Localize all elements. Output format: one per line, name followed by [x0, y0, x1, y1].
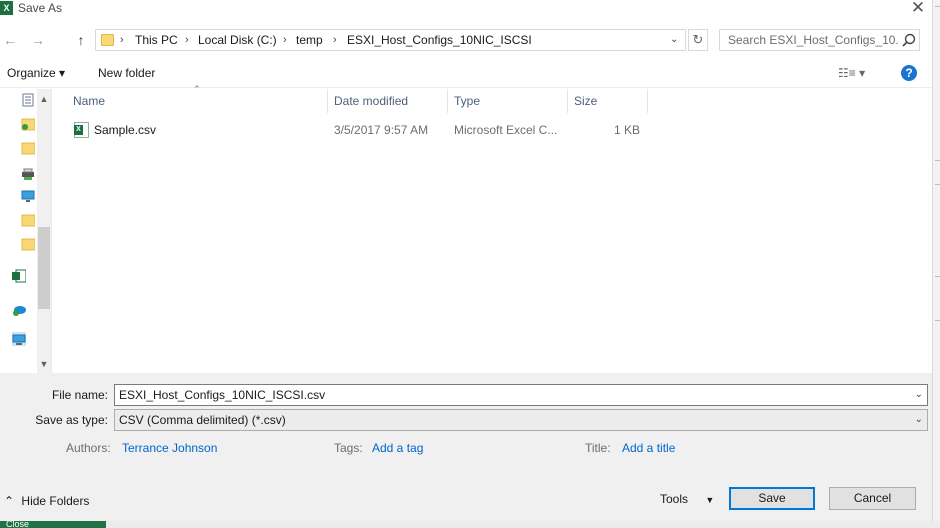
onedrive-icon[interactable]: [12, 303, 26, 317]
breadcrumb-separator: ›: [283, 34, 287, 46]
hide-folders-label: Hide Folders: [21, 494, 90, 508]
file-list[interactable]: ⌃ Name Date modified Type Size X Sample.…: [53, 84, 932, 373]
file-name-value[interactable]: ESXI_Host_Configs_10NIC_ISCSI.csv: [119, 387, 325, 403]
background-tick: [935, 6, 940, 7]
folder-icon[interactable]: [21, 213, 35, 227]
file-type: Microsoft Excel C...: [454, 123, 558, 137]
save-as-type-select[interactable]: CSV (Comma delimited) (*.csv) ⌄: [114, 409, 928, 431]
nav-scrollbar[interactable]: ▲ ▼: [37, 89, 51, 373]
file-size: 1 KB: [613, 123, 640, 137]
table-row[interactable]: X Sample.csv 3/5/2017 9:57 AM Microsoft …: [71, 119, 649, 141]
search-icon[interactable]: [901, 32, 917, 48]
this-pc-icon[interactable]: [12, 332, 26, 346]
scroll-down-icon[interactable]: ▼: [37, 357, 51, 371]
new-folder-button[interactable]: New folder: [98, 65, 155, 81]
column-header-date-modified[interactable]: Date modified: [328, 89, 448, 113]
save-button[interactable]: Save: [729, 487, 815, 510]
close-button[interactable]: ✕: [908, 0, 928, 18]
breadcrumb-this-pc[interactable]: This PC: [135, 32, 178, 48]
column-header-size[interactable]: Size: [568, 89, 648, 113]
csv-file-icon: X: [74, 122, 89, 138]
breadcrumb-local-disk[interactable]: Local Disk (C:): [198, 32, 277, 48]
refresh-icon[interactable]: ↻: [688, 29, 708, 51]
background-taskbar-strip: Close: [0, 519, 940, 528]
breadcrumb-temp[interactable]: temp: [296, 32, 323, 48]
search-box[interactable]: Search ESXI_Host_Configs_10...: [719, 29, 920, 51]
chevron-down-icon[interactable]: ⌄: [915, 412, 923, 428]
organize-button[interactable]: Organize ▾: [7, 65, 65, 81]
tags-label: Tags:: [334, 441, 363, 455]
column-header-type[interactable]: Type: [448, 89, 568, 113]
chevron-down-icon: ▼: [705, 495, 715, 505]
chevron-up-icon: ⌃: [4, 494, 15, 508]
save-as-type-value: CSV (Comma delimited) (*.csv): [119, 413, 286, 427]
address-dropdown-icon[interactable]: ⌄: [670, 32, 678, 48]
authors-label: Authors:: [66, 441, 111, 455]
up-arrow-icon[interactable]: ↑: [71, 30, 91, 50]
command-toolbar: Organize ▾ New folder ☷≡ ▾ ?: [0, 60, 932, 88]
background-tick: [935, 184, 940, 185]
background-tick: [935, 276, 940, 277]
save-options-panel: File name: ESXI_Host_Configs_10NIC_ISCSI…: [0, 373, 932, 521]
background-close-label: Close: [6, 519, 30, 528]
tools-menu[interactable]: Tools ▼: [660, 491, 714, 508]
scroll-thumb[interactable]: [38, 227, 50, 309]
cancel-button[interactable]: Cancel: [829, 487, 916, 510]
breadcrumb-separator: ›: [333, 34, 337, 46]
folder-icon[interactable]: [21, 237, 35, 251]
search-input[interactable]: Search ESXI_Host_Configs_10...: [728, 32, 898, 48]
forward-arrow-icon[interactable]: →: [28, 30, 48, 50]
save-as-type-label: Save as type:: [35, 413, 108, 427]
file-date-modified: 3/5/2017 9:57 AM: [334, 123, 429, 137]
excel-icon: X: [0, 1, 13, 15]
scroll-up-icon[interactable]: ▲: [37, 92, 51, 106]
file-name[interactable]: Sample.csv: [94, 122, 156, 138]
background-window-edge: [932, 0, 940, 528]
file-name-label: File name:: [51, 388, 108, 402]
navigation-pane: ▲ ▼: [0, 89, 52, 373]
background-tick: [935, 160, 940, 161]
title-label: Title:: [585, 441, 611, 455]
window-title: Save As: [18, 1, 63, 15]
title-field[interactable]: Add a title: [622, 440, 675, 456]
help-icon[interactable]: ?: [901, 65, 917, 81]
folder-icon[interactable]: [21, 141, 35, 155]
chevron-down-icon[interactable]: ⌄: [915, 387, 923, 403]
file-name-field[interactable]: ESXI_Host_Configs_10NIC_ISCSI.csv ⌄: [114, 384, 928, 406]
document-icon[interactable]: [21, 93, 35, 107]
breadcrumb-separator: ›: [185, 34, 189, 46]
breadcrumb-separator: ›: [120, 34, 124, 46]
title-bar: X Save As ✕: [0, 0, 932, 20]
folder-icon: [101, 34, 114, 46]
hide-folders-button[interactable]: ⌃ Hide Folders: [4, 493, 89, 509]
back-arrow-icon[interactable]: ←: [0, 30, 20, 50]
synced-folder-icon[interactable]: [21, 117, 35, 131]
column-header-name[interactable]: Name: [67, 89, 328, 113]
excel-icon[interactable]: [12, 269, 26, 283]
tools-label: Tools: [660, 492, 689, 506]
breadcrumb-current-folder[interactable]: ESXI_Host_Configs_10NIC_ISCSI: [347, 32, 532, 48]
monitor-icon[interactable]: [21, 189, 35, 203]
printer-icon[interactable]: [21, 167, 35, 181]
change-view-icon[interactable]: ☷≡ ▾: [838, 65, 865, 81]
tags-field[interactable]: Add a tag: [372, 440, 423, 456]
background-close-button: Close: [0, 519, 106, 528]
authors-field[interactable]: Terrance Johnson: [122, 440, 217, 456]
background-tick: [935, 320, 940, 321]
address-bar[interactable]: › This PC › Local Disk (C:) › temp › ESX…: [95, 29, 686, 51]
